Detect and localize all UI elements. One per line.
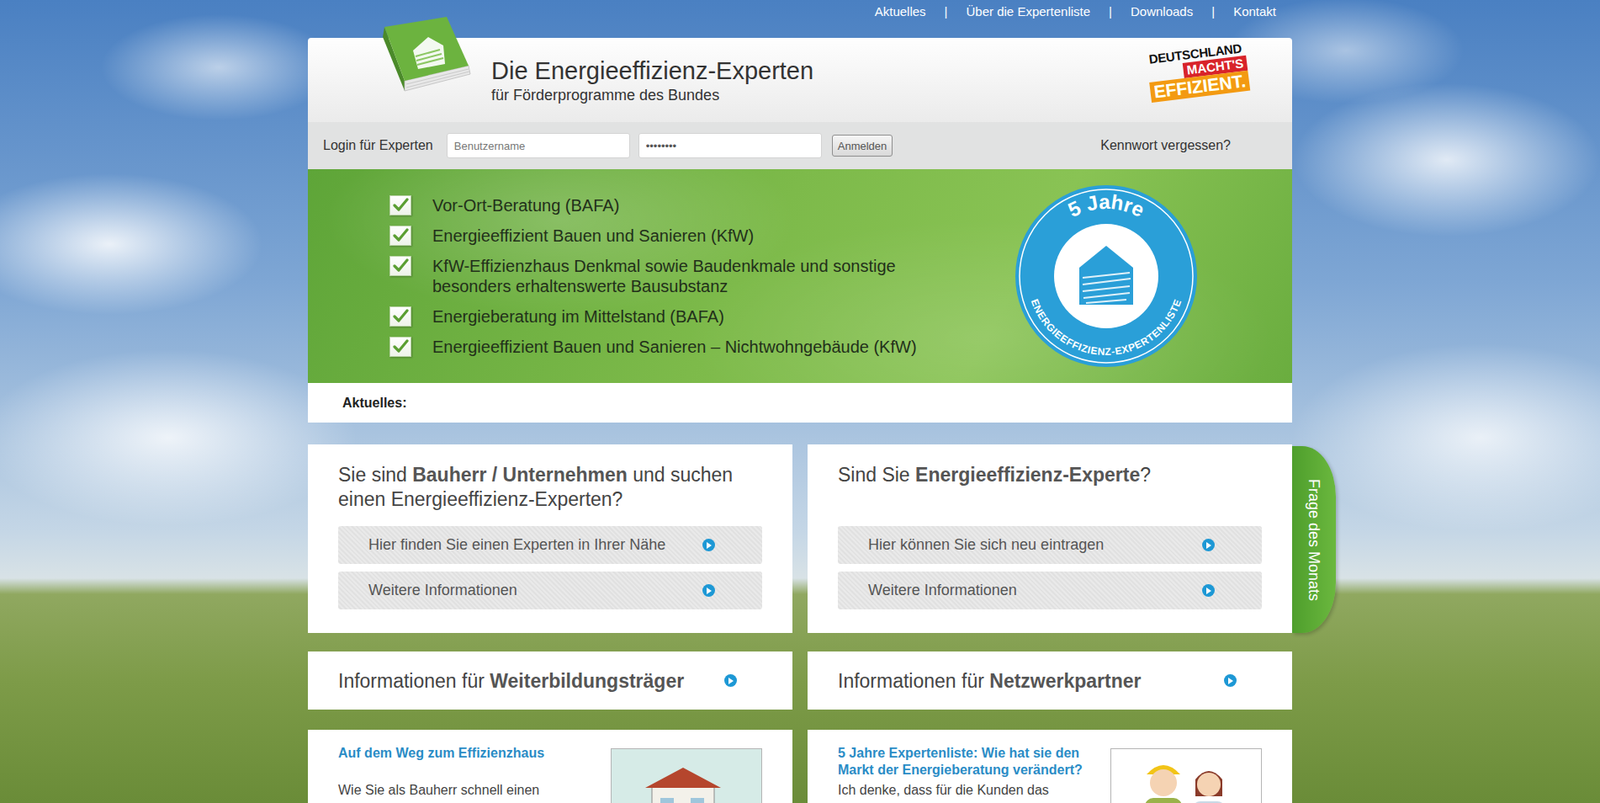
nav-link[interactable]: Kontakt xyxy=(1233,4,1277,19)
svg-text:5 Jahre: 5 Jahre xyxy=(1064,190,1148,222)
article-text: Wie Sie als Bauherr schnell einen xyxy=(338,781,598,799)
info-links: Informationen für WeiterbildungsträgerIn… xyxy=(307,651,1293,710)
program-list: Vor-Ort-Beratung (BAFA) Energieeffizient … xyxy=(389,195,938,357)
nav-separator: | xyxy=(1108,4,1113,19)
badge-title: 5 Jahre xyxy=(1064,190,1148,222)
article-body: 5 Jahre Expertenliste: Wie hat sie den M… xyxy=(837,744,1097,803)
badge-ring-text: ENERGIEEFFIZIENZ-EXPERTENLISTE xyxy=(1028,296,1185,358)
login-bar: Login für Experten Anmelden Kennwort verge… xyxy=(307,121,1293,170)
nav-link[interactable]: Aktuelles xyxy=(874,4,927,19)
info-link-title[interactable]: Informationen für Weiterbildungsträger xyxy=(338,668,684,693)
program-item: Energieberatung im Mittelstand (BAFA) xyxy=(389,306,938,327)
article-title[interactable]: Auf dem Weg zum Effizienzhaus xyxy=(338,744,598,779)
article-image[interactable] xyxy=(610,747,763,803)
program-label: Energieberatung im Mittelstand (BAFA) xyxy=(432,306,725,327)
login-button[interactable]: Anmelden xyxy=(831,134,894,157)
article-title[interactable]: 5 Jahre Expertenliste: Wie hat sie den M… xyxy=(837,744,1097,779)
site-header: Die Energieeffizienz-Expertenfür Förderp… xyxy=(307,37,1293,122)
campaign-logo[interactable]: DEUTSCHLANDMACHT'SEFFIZIENT. xyxy=(1144,40,1251,103)
program-checkbox xyxy=(389,336,412,357)
title-part: Bauherr / Unternehmen xyxy=(412,463,628,486)
program-checkbox xyxy=(389,225,412,246)
article-body: Auf dem Weg zum Effizienzhaus Wie Sie als… xyxy=(338,744,598,803)
arrow-icon[interactable] xyxy=(1202,583,1215,597)
nav-separator: | xyxy=(944,4,949,19)
card-button[interactable]: Weitere Informationen xyxy=(338,571,763,610)
arrow-icon[interactable] xyxy=(1223,673,1237,687)
news-label: Aktuelles: xyxy=(342,395,407,411)
program-checkbox xyxy=(389,195,412,216)
info-link-card[interactable]: Informationen für Netzwerkpartner xyxy=(807,651,1293,710)
username-field[interactable] xyxy=(446,132,631,159)
card-button[interactable]: Hier können Sie sich neu eintragen xyxy=(837,525,1262,564)
programs-banner: Vor-Ort-Beratung (BAFA) Energieeffizient … xyxy=(307,169,1293,383)
svg-text:ENERGIEEFFIZIENZ-EXPERTENLISTE: ENERGIEEFFIZIENZ-EXPERTENLISTE xyxy=(1028,296,1185,358)
card-buttons: Hier können Sie sich neu eintragen Weiter… xyxy=(837,525,1262,610)
arrow-icon[interactable] xyxy=(724,673,737,687)
audience-card: Sind Sie Energieeffizienz-Experte? Hier k… xyxy=(807,444,1293,633)
program-label: Energieeffizient Bauen und Sanieren (KfW… xyxy=(432,225,754,246)
card-title: Sie sind Bauherr / Unternehmen und suche… xyxy=(338,462,763,512)
title-part: Energieeffizienz-Experte xyxy=(915,463,1140,486)
forgot-password-link[interactable]: Kennwort vergessen? xyxy=(1100,137,1231,154)
article-image[interactable] xyxy=(1110,747,1262,803)
page: Aktuelles | Über die Expertenliste | Downloa… xyxy=(307,0,1293,803)
program-label: Energieeffizient Bauen und Sanieren – Ni… xyxy=(432,336,917,357)
nav-separator: | xyxy=(1211,4,1215,19)
password-field[interactable] xyxy=(638,132,822,159)
card-button[interactable]: Weitere Informationen xyxy=(837,571,1262,610)
arrow-icon[interactable] xyxy=(702,538,716,551)
program-item: Energieeffizient Bauen und Sanieren (KfW… xyxy=(389,225,938,246)
info-link-card[interactable]: Informationen für Weiterbildungsträger xyxy=(307,651,793,710)
article-card: 5 Jahre Expertenliste: Wie hat sie den M… xyxy=(807,729,1293,803)
card-title: Sind Sie Energieeffizienz-Experte? xyxy=(837,462,1262,488)
title-part: Weiterbildungsträger xyxy=(489,669,684,692)
program-item: KfW-Effizienzhaus Denkmal sowie Baudenkm… xyxy=(389,255,938,297)
title-part: Informationen für xyxy=(338,669,490,692)
question-of-month-tab[interactable]: Frage des Monats xyxy=(1292,445,1336,633)
audience-cards: Sie sind Bauherr / Unternehmen und suche… xyxy=(307,444,1293,633)
news-bar: Aktuelles: xyxy=(307,382,1293,423)
card-buttons: Hier finden Sie einen Experten in Ihrer … xyxy=(338,525,763,610)
tab-label[interactable]: Frage des Monats xyxy=(1305,477,1324,600)
title-part: Sind Sie xyxy=(837,463,916,486)
top-nav: Aktuelles | Über die Expertenliste | Downloa… xyxy=(307,0,1293,38)
card-button-label[interactable]: Hier können Sie sich neu eintragen xyxy=(868,535,1104,554)
anniversary-badge: 5 Jahre ENERGIEEFFIZIENZ-EXPERTENLISTE xyxy=(1015,185,1198,367)
card-button-label[interactable]: Weitere Informationen xyxy=(368,581,518,599)
program-checkbox xyxy=(389,255,412,276)
info-link-title[interactable]: Informationen für Netzwerkpartner xyxy=(837,668,1142,693)
book-logo-icon[interactable] xyxy=(369,15,483,101)
arrow-icon[interactable] xyxy=(1202,538,1215,551)
program-label: KfW-Effizienzhaus Denkmal sowie Baudenkm… xyxy=(432,255,938,297)
article-text: Ich denke, dass für die Kunden das xyxy=(837,781,1097,799)
nav-link[interactable]: Über die Expertenliste xyxy=(966,4,1092,19)
program-item: Vor-Ort-Beratung (BAFA) xyxy=(389,195,938,216)
title-part: ? xyxy=(1139,463,1151,486)
program-checkbox xyxy=(389,306,412,327)
program-label: Vor-Ort-Beratung (BAFA) xyxy=(432,195,620,216)
articles: Auf dem Weg zum Effizienzhaus Wie Sie als… xyxy=(307,729,1293,803)
title-part: Netzwerkpartner xyxy=(989,669,1141,692)
card-button[interactable]: Hier finden Sie einen Experten in Ihrer … xyxy=(338,525,763,564)
program-item: Energieeffizient Bauen und Sanieren – Ni… xyxy=(389,336,938,357)
arrow-icon[interactable] xyxy=(702,583,716,597)
audience-card: Sie sind Bauherr / Unternehmen und suche… xyxy=(307,444,793,633)
card-button-label[interactable]: Hier finden Sie einen Experten in Ihrer … xyxy=(368,535,666,554)
title-part: Informationen für xyxy=(837,669,990,692)
card-button-label[interactable]: Weitere Informationen xyxy=(868,581,1018,599)
article-card: Auf dem Weg zum Effizienzhaus Wie Sie als… xyxy=(307,729,793,803)
login-label: Login für Experten xyxy=(323,137,434,154)
nav-link[interactable]: Downloads xyxy=(1130,4,1193,19)
title-part: Sie sind xyxy=(338,463,413,486)
